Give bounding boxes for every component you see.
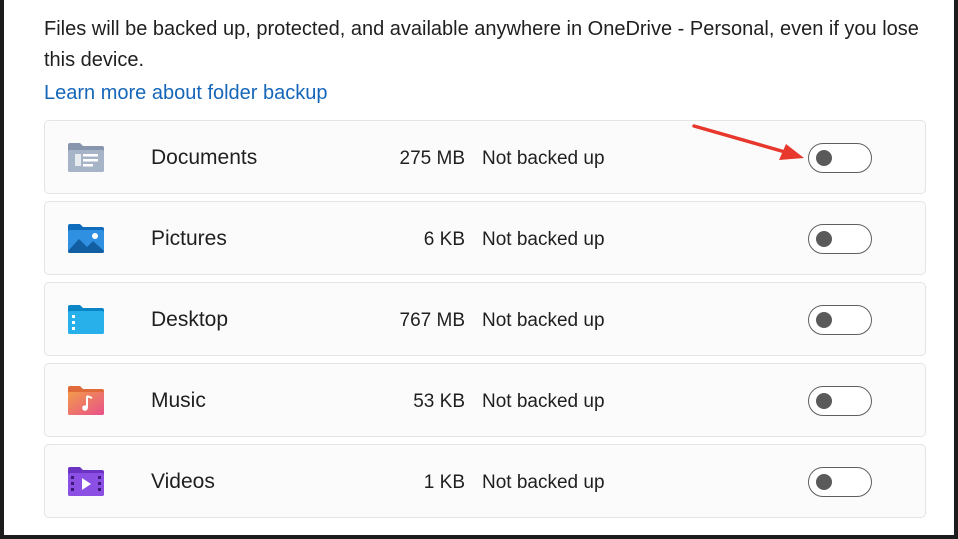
- folder-size: 1 KB: [423, 472, 465, 493]
- backup-status: Not backed up: [482, 148, 605, 169]
- backup-status: Not backed up: [482, 229, 605, 250]
- backup-panel: Files will be backed up, protected, and …: [0, 0, 958, 539]
- folder-row-pictures: Pictures 6 KB Not backed up: [44, 201, 926, 275]
- folder-name: Videos: [151, 470, 215, 493]
- backup-description: Files will be backed up, protected, and …: [44, 18, 919, 71]
- backup-status: Not backed up: [482, 310, 605, 331]
- backup-toggle-music[interactable]: [808, 386, 872, 416]
- desktop-folder-icon: [68, 305, 104, 334]
- backup-status: Not backed up: [482, 391, 605, 412]
- documents-folder-icon: [68, 143, 104, 172]
- toggle-knob: [816, 393, 832, 409]
- music-folder-icon: [68, 386, 104, 415]
- folder-size: 275 MB: [399, 148, 465, 169]
- toggle-knob: [816, 231, 832, 247]
- folder-name: Desktop: [151, 308, 229, 331]
- backup-toggle-desktop[interactable]: [808, 305, 872, 335]
- folder-name: Documents: [151, 146, 258, 169]
- toggle-knob: [816, 312, 832, 328]
- folder-name: Music: [151, 389, 206, 412]
- pictures-folder-icon: [68, 224, 104, 253]
- backup-toggle-pictures[interactable]: [808, 224, 872, 254]
- folder-row-documents: Documents 275 MB Not backed up: [44, 120, 926, 194]
- videos-folder-icon: [68, 467, 104, 496]
- backup-toggle-documents[interactable]: [808, 143, 872, 173]
- toggle-knob: [816, 474, 832, 490]
- folder-row-music: Music 53 KB Not backed up: [44, 363, 926, 437]
- backup-toggle-videos[interactable]: [808, 467, 872, 497]
- folder-name: Pictures: [151, 227, 227, 250]
- folder-row-desktop: Desktop 767 MB Not backed up: [44, 282, 926, 356]
- folder-size: 6 KB: [423, 229, 465, 250]
- backup-status: Not backed up: [482, 472, 605, 493]
- folder-size: 767 MB: [399, 310, 465, 331]
- folder-list: Documents 275 MB Not backed up Pictures …: [44, 120, 926, 525]
- folder-row-videos: Videos 1 KB Not backed up: [44, 444, 926, 518]
- folder-size: 53 KB: [413, 391, 465, 412]
- learn-more-link[interactable]: Learn more about folder backup: [44, 78, 328, 109]
- toggle-knob: [816, 150, 832, 166]
